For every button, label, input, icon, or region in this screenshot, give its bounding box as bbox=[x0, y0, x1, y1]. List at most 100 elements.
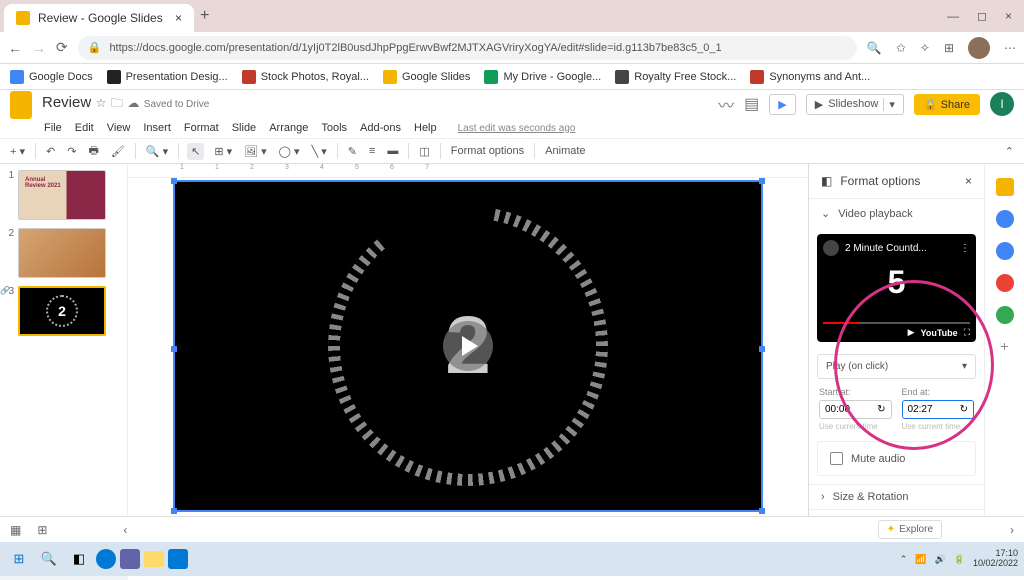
slide-thumbnail-1[interactable] bbox=[18, 170, 106, 220]
grid-view-icon[interactable]: ▦ bbox=[10, 523, 21, 537]
menu-help[interactable]: Help bbox=[414, 122, 437, 134]
zoom-button[interactable]: 🔍 ▾ bbox=[144, 143, 170, 160]
end-at-input[interactable]: 02:27↻ bbox=[902, 400, 975, 419]
clock[interactable]: 17:1010/02/2022 bbox=[973, 549, 1018, 569]
menu-format[interactable]: Format bbox=[184, 122, 219, 134]
menu-arrange[interactable]: Arrange bbox=[269, 122, 308, 134]
calendar-icon[interactable] bbox=[996, 178, 1014, 196]
crop-tool[interactable]: ✎ bbox=[346, 143, 359, 160]
motion-tool[interactable]: ◫ bbox=[417, 143, 431, 160]
trend-icon[interactable]: 〰 bbox=[718, 92, 734, 116]
share-button[interactable]: 🔒 Share bbox=[914, 94, 980, 115]
search-icon[interactable]: 🔍 bbox=[36, 546, 62, 572]
cloud-icon[interactable]: ☁ bbox=[127, 96, 139, 110]
bookmark-item[interactable]: Stock Photos, Royal... bbox=[242, 70, 369, 84]
battery-icon[interactable]: 🔋 bbox=[954, 554, 965, 565]
start-at-input[interactable]: 00:00↻ bbox=[819, 400, 892, 419]
add-sidepanel-icon[interactable]: + bbox=[1000, 338, 1008, 354]
paint-format-button[interactable]: 🖌 bbox=[109, 143, 127, 160]
last-edit[interactable]: Last edit was seconds ago bbox=[458, 123, 576, 134]
bookmark-item[interactable]: Google Docs bbox=[10, 70, 93, 84]
extensions-icon[interactable]: ✧ bbox=[920, 41, 930, 55]
doc-name[interactable]: Review bbox=[42, 94, 91, 111]
close-tab-icon[interactable]: × bbox=[175, 11, 182, 25]
undo-button[interactable]: ↶ bbox=[44, 143, 57, 160]
format-options-button[interactable]: Format options bbox=[449, 143, 526, 159]
move-icon[interactable]: 🗀 bbox=[111, 96, 123, 110]
menu-icon[interactable]: ⋯ bbox=[1004, 41, 1016, 55]
size-rotation-section[interactable]: ›Size & Rotation bbox=[809, 484, 984, 509]
maps-icon[interactable] bbox=[996, 306, 1014, 324]
account-avatar[interactable]: I bbox=[990, 92, 1014, 116]
menu-view[interactable]: View bbox=[107, 122, 131, 134]
close-window-icon[interactable]: × bbox=[1005, 9, 1012, 23]
menu-addons[interactable]: Add-ons bbox=[360, 122, 401, 134]
browser-tab[interactable]: Review - Google Slides × bbox=[4, 4, 194, 32]
new-slide-button[interactable]: + ▾ bbox=[8, 143, 27, 160]
collections-icon[interactable]: ⊞ bbox=[944, 41, 954, 55]
keep-icon[interactable] bbox=[996, 210, 1014, 228]
menu-tools[interactable]: Tools bbox=[321, 122, 347, 134]
slide-thumbnail-3[interactable]: 2 bbox=[18, 286, 106, 336]
forward-button[interactable]: → bbox=[32, 40, 46, 56]
line-tool[interactable]: ╲ ▾ bbox=[310, 143, 329, 160]
tray-chevron-icon[interactable]: ⌃ bbox=[900, 554, 908, 565]
new-tab-button[interactable]: + bbox=[200, 7, 209, 25]
edge-icon[interactable] bbox=[96, 549, 116, 569]
slide-canvas[interactable]: 1 1 2 3 4 5 6 7 2 bbox=[128, 164, 808, 556]
video-preview[interactable]: 2 Minute Countd...⋮ 5 ▶YouTube⛶ bbox=[817, 234, 976, 342]
chevron-left-icon[interactable]: ‹ bbox=[123, 523, 127, 537]
refresh-button[interactable]: ⟳ bbox=[56, 39, 68, 56]
video-menu-icon[interactable]: ⋮ bbox=[960, 243, 970, 254]
fullscreen-icon[interactable]: ⛶ bbox=[964, 327, 970, 338]
sound-icon[interactable]: 🔊 bbox=[935, 554, 946, 565]
task-view-icon[interactable]: ◧ bbox=[66, 546, 92, 572]
print-button[interactable]: 🖶 bbox=[86, 140, 100, 163]
collapse-toolbar[interactable]: ⌃ bbox=[1003, 143, 1016, 160]
outlook-icon[interactable] bbox=[168, 549, 188, 569]
chevron-right-icon[interactable]: › bbox=[1010, 523, 1014, 537]
comments-icon[interactable]: ▤ bbox=[744, 94, 759, 114]
bookmark-item[interactable]: Synonyms and Ant... bbox=[750, 70, 870, 84]
present-dropdown[interactable]: ▶ bbox=[769, 94, 795, 115]
menu-insert[interactable]: Insert bbox=[143, 122, 171, 134]
play-mode-dropdown[interactable]: Play (on click)▾ bbox=[817, 354, 976, 379]
wifi-icon[interactable]: 📶 bbox=[915, 554, 926, 565]
shape-tool[interactable]: ◯ ▾ bbox=[277, 143, 302, 160]
select-tool[interactable]: ↖ bbox=[187, 143, 204, 160]
filmstrip-view-icon[interactable]: ⊞ bbox=[37, 523, 47, 537]
redo-button[interactable]: ↷ bbox=[65, 143, 78, 160]
minimize-icon[interactable]: — bbox=[947, 9, 959, 23]
bookmark-item[interactable]: Royalty Free Stock... bbox=[615, 70, 736, 84]
slideshow-button[interactable]: ▶Slideshow▾ bbox=[806, 94, 904, 115]
bookmark-item[interactable]: My Drive - Google... bbox=[484, 70, 601, 84]
video-playback-section[interactable]: ⌄ Video playback bbox=[809, 198, 984, 228]
teams-icon[interactable] bbox=[120, 549, 140, 569]
border-tool[interactable]: ≡ bbox=[367, 143, 377, 159]
tasks-icon[interactable] bbox=[996, 242, 1014, 260]
start-icon[interactable]: ⊞ bbox=[6, 546, 32, 572]
bookmark-item[interactable]: Presentation Desig... bbox=[107, 70, 228, 84]
explore-button[interactable]: ✦Explore bbox=[878, 520, 942, 539]
play-icon[interactable]: ▶ bbox=[908, 327, 915, 338]
image-tool[interactable]: 🖼 ▾ bbox=[242, 143, 269, 160]
star-icon[interactable]: ☆ bbox=[96, 96, 107, 110]
menu-edit[interactable]: Edit bbox=[75, 122, 94, 134]
animate-button[interactable]: Animate bbox=[543, 143, 587, 159]
maximize-icon[interactable]: ◻ bbox=[977, 9, 987, 23]
favorite-icon[interactable]: ✩ bbox=[896, 41, 906, 55]
zoom-icon[interactable]: 🔍 bbox=[867, 41, 882, 55]
explorer-icon[interactable] bbox=[144, 551, 164, 567]
close-panel-icon[interactable]: × bbox=[965, 174, 972, 188]
mute-audio-checkbox[interactable]: Mute audio bbox=[817, 441, 976, 476]
mask-tool[interactable]: ▬ bbox=[385, 143, 400, 159]
slides-logo[interactable] bbox=[10, 91, 32, 119]
textbox-tool[interactable]: ⊞ ▾ bbox=[212, 143, 234, 160]
checkbox-icon[interactable] bbox=[830, 452, 843, 465]
slide-thumbnail-2[interactable] bbox=[18, 228, 106, 278]
bookmark-item[interactable]: Google Slides bbox=[383, 70, 471, 84]
profile-avatar[interactable] bbox=[968, 37, 990, 59]
url-input[interactable]: 🔒 https://docs.google.com/presentation/d… bbox=[78, 36, 857, 60]
menu-file[interactable]: File bbox=[44, 122, 62, 134]
back-button[interactable]: ← bbox=[8, 40, 22, 56]
